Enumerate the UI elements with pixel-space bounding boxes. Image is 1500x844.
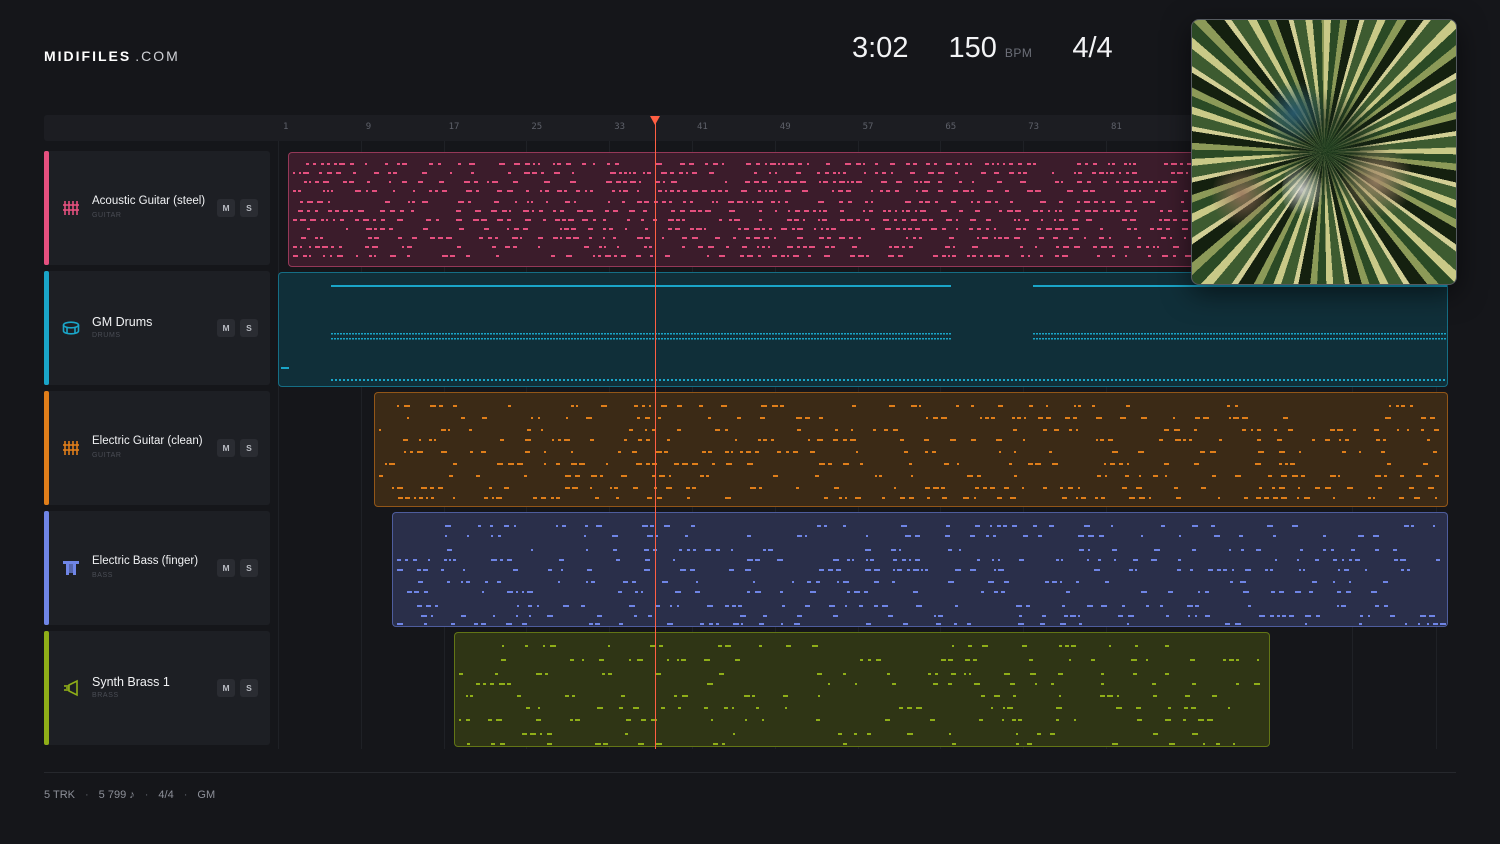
- track-category: BASS: [92, 572, 114, 579]
- mute-button[interactable]: M: [217, 559, 235, 577]
- track-category: GUITAR: [92, 212, 122, 219]
- mute-button[interactable]: M: [217, 199, 235, 217]
- mute-button[interactable]: M: [217, 679, 235, 697]
- track-color-stripe: [44, 151, 49, 265]
- midi-clip[interactable]: [288, 152, 1195, 267]
- track-header[interactable]: GM Drums DRUMS M S: [44, 271, 270, 385]
- solo-button[interactable]: S: [240, 439, 258, 457]
- solo-button[interactable]: S: [240, 559, 258, 577]
- ruler-tick: 57: [862, 122, 874, 132]
- track-color-stripe: [44, 391, 49, 505]
- ruler-tick: 25: [531, 122, 543, 132]
- ruler-tick: 41: [697, 122, 708, 132]
- track-category: GUITAR: [92, 452, 122, 459]
- ruler-tick: 73: [1028, 122, 1040, 132]
- note-pattern: [379, 405, 1439, 499]
- track-header[interactable]: Electric Bass (finger) BASS M S: [44, 511, 270, 625]
- track-name: Electric Guitar (clean): [92, 435, 203, 447]
- ruler-tick: 1: [283, 122, 289, 132]
- footer-summary: 5 TRK · 5 799 ♪ · 4/4 · GM: [44, 789, 215, 801]
- brass-horn-icon: [62, 679, 80, 697]
- guitar-fretboard-icon: [62, 199, 80, 217]
- track-name: GM Drums: [92, 315, 153, 329]
- midi-clip[interactable]: [374, 392, 1448, 507]
- note-pattern: [459, 645, 1260, 745]
- bass-icon: [62, 559, 80, 577]
- ruler-tick: 33: [614, 122, 626, 132]
- footer-separator: ·: [144, 789, 149, 801]
- logo-light-text: .COM: [135, 48, 180, 64]
- ruler-tick: 65: [945, 122, 957, 132]
- song-stats: 3:02 150 BPM 4/4: [852, 32, 1113, 65]
- track-header[interactable]: Acoustic Guitar (steel) GUITAR M S: [44, 151, 270, 265]
- track-name: Acoustic Guitar (steel): [92, 195, 206, 207]
- track-header[interactable]: Synth Brass 1 BRASS M S: [44, 631, 270, 745]
- solo-button[interactable]: S: [240, 679, 258, 697]
- track-color-stripe: [44, 631, 49, 745]
- track-category: DRUMS: [92, 332, 121, 339]
- midi-clip[interactable]: [454, 632, 1270, 747]
- bar-gridline: [278, 141, 279, 749]
- note-pattern: [397, 525, 1446, 625]
- footer-divider: [44, 772, 1456, 773]
- solo-button[interactable]: S: [240, 199, 258, 217]
- bpm-value: 150: [948, 32, 997, 64]
- track-header[interactable]: Electric Guitar (clean) GUITAR M S: [44, 391, 270, 505]
- solo-button[interactable]: S: [240, 319, 258, 337]
- track-name: Electric Bass (finger): [92, 555, 199, 567]
- note-pattern: [293, 163, 1192, 257]
- footer-separator: ·: [84, 789, 89, 801]
- midi-clip[interactable]: [278, 272, 1448, 387]
- footer-meter: 4/4: [158, 789, 174, 801]
- footer-separator: ·: [183, 789, 188, 801]
- drum-icon: [62, 319, 80, 337]
- album-cover: [1191, 19, 1457, 285]
- site-logo[interactable]: MIDIFILES .COM: [44, 48, 180, 64]
- track-count: 5 TRK: [44, 789, 75, 801]
- note-pattern: [281, 285, 1447, 381]
- note-count: 5 799 ♪: [98, 789, 135, 801]
- mute-button[interactable]: M: [217, 439, 235, 457]
- mute-button[interactable]: M: [217, 319, 235, 337]
- track-name: Synth Brass 1: [92, 675, 170, 689]
- ruler-tick: 9: [365, 122, 372, 132]
- playhead[interactable]: [655, 122, 656, 749]
- logo-bold-text: MIDIFILES: [44, 48, 132, 64]
- midi-clip[interactable]: [392, 512, 1448, 627]
- duration-value: 3:02: [852, 32, 909, 64]
- ruler-tick: 81: [1111, 122, 1122, 132]
- track-category: BRASS: [92, 692, 119, 699]
- bpm-unit: BPM: [1004, 46, 1033, 60]
- ruler-tick: 17: [448, 122, 460, 132]
- track-color-stripe: [44, 511, 49, 625]
- guitar-fretboard-icon: [62, 439, 80, 457]
- midi-standard: GM: [197, 789, 216, 801]
- track-color-stripe: [44, 271, 49, 385]
- time-signature: 4/4: [1072, 32, 1113, 64]
- ruler-tick: 49: [779, 122, 791, 132]
